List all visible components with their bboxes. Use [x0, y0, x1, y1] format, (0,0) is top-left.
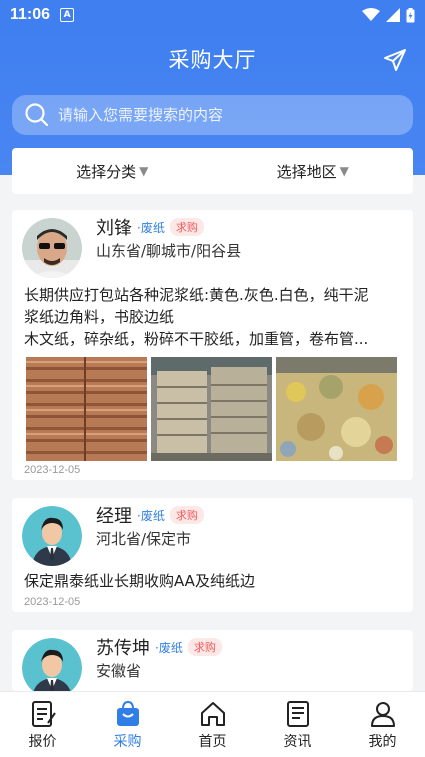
dropdown-triangle-icon: ▼ [139, 164, 149, 178]
avatar [22, 638, 82, 691]
buyer-name: 经理 [96, 506, 132, 527]
battery-icon [406, 7, 415, 22]
description-line: 木文纸，碎杂纸，粉碎不干胶纸，加重管，卷布管... [24, 330, 369, 348]
paper-plane-icon[interactable] [383, 48, 407, 72]
name-row: 刘锋 ·废纸 求购 [96, 214, 204, 240]
listing-description: 保定鼎泰纸业长期收购AA及纯纸边 [24, 570, 401, 592]
buyer-location: 山东省/聊城市/阳谷县 [96, 242, 242, 260]
wifi-icon [362, 8, 380, 21]
search-icon [25, 103, 49, 127]
listing-photo[interactable] [26, 357, 147, 461]
news-icon [286, 700, 309, 727]
photo-gallery [26, 357, 397, 461]
tab-news[interactable]: 资讯 [255, 692, 340, 757]
tab-label: 采购 [113, 733, 142, 750]
region-filter[interactable]: 选择地区 ▼ [213, 148, 414, 194]
purchase-badge: 求购 [169, 506, 204, 524]
filter-bar: 选择分类 ▼ 选择地区 ▼ [12, 148, 413, 194]
search-bar[interactable] [12, 95, 413, 135]
listing-date: 2023-12-05 [24, 596, 81, 608]
category-tag: ·废纸 [155, 640, 183, 655]
avatar [22, 218, 82, 278]
buyer-name: 刘锋 [96, 218, 132, 239]
description-line: 浆纸边角料，书胶边纸 [24, 308, 175, 326]
category-filter-label: 选择分类 [76, 162, 137, 181]
listing-card[interactable]: 苏传坤 ·废纸 求购 安徽省 [12, 630, 413, 691]
shopping-bag-icon [116, 700, 139, 726]
tab-label: 报价 [28, 733, 57, 750]
buyer-name: 苏传坤 [96, 638, 150, 659]
search-input[interactable] [58, 106, 388, 124]
buyer-location: 河北省/保定市 [96, 530, 192, 548]
tab-profile[interactable]: 我的 [340, 692, 425, 757]
tab-label: 我的 [368, 733, 397, 750]
document-edit-icon [31, 700, 56, 727]
listing-date: 2023-12-05 [24, 464, 81, 476]
tab-home[interactable]: 首页 [170, 692, 255, 757]
status-icons [362, 7, 415, 23]
region-filter-label: 选择地区 [276, 162, 337, 181]
name-row: 苏传坤 ·废纸 求购 [96, 634, 222, 660]
signal-icon [386, 8, 400, 22]
dropdown-triangle-icon: ▼ [339, 164, 349, 178]
tab-label: 资讯 [283, 733, 312, 750]
listing-photo[interactable] [276, 357, 397, 461]
bottom-tab-bar: 报价 采购 首页 资讯 我的 [0, 691, 425, 757]
description-line: 保定鼎泰纸业长期收购AA及纯纸边 [24, 572, 255, 590]
description-line: 长期供应打包站各种泥浆纸:黄色.灰色.白色，纯干泥 [24, 286, 369, 304]
home-icon [200, 701, 225, 726]
category-filter[interactable]: 选择分类 ▼ [12, 148, 213, 194]
tab-quote[interactable]: 报价 [0, 692, 85, 757]
listing-card[interactable]: 经理 ·废纸 求购 河北省/保定市 保定鼎泰纸业长期收购AA及纯纸边 2023-… [12, 498, 413, 612]
tab-purchase[interactable]: 采购 [85, 692, 170, 757]
category-tag: ·废纸 [137, 508, 165, 523]
avatar [22, 506, 82, 566]
page-title: 采购大厅 [168, 48, 257, 72]
notification-icon: A [60, 8, 75, 22]
status-time: 11:06 [10, 6, 51, 23]
buyer-location: 安徽省 [96, 662, 142, 680]
category-tag: ·废纸 [137, 220, 165, 235]
user-icon [370, 701, 395, 727]
tab-label: 首页 [198, 733, 227, 750]
purchase-badge: 求购 [187, 638, 222, 656]
name-row: 经理 ·废纸 求购 [96, 502, 204, 528]
listing-card[interactable]: 刘锋 ·废纸 求购 山东省/聊城市/阳谷县 长期供应打包站各种泥浆纸:黄色.灰色… [12, 210, 413, 480]
status-bar: 11:06 A [0, 0, 425, 30]
purchase-badge: 求购 [169, 218, 204, 236]
listing-description: 长期供应打包站各种泥浆纸:黄色.灰色.白色，纯干泥 浆纸边角料，书胶边纸 木文纸… [24, 284, 401, 350]
listing-photo[interactable] [151, 357, 272, 461]
